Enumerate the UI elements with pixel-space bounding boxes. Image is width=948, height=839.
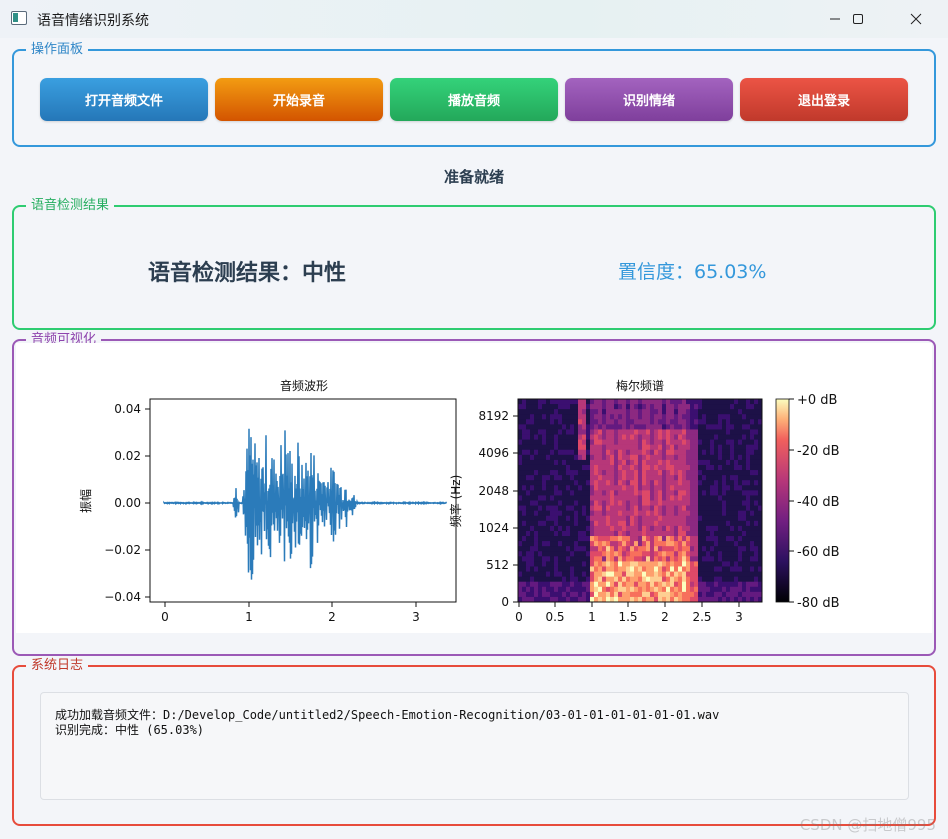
- waveform-xtick-label: 3: [412, 610, 420, 624]
- mel-ytick-label: 0: [501, 595, 509, 609]
- operation-panel: 操作面板 打开音频文件 开始录音 播放音频 识别情绪 退出登录: [12, 41, 936, 147]
- colorbar: [775, 398, 790, 603]
- maximize-button[interactable]: [835, 0, 881, 38]
- mel-title: 梅尔频谱: [616, 378, 664, 393]
- result-label: 语音检测结果：中性: [148, 261, 347, 286]
- mel-xtick-label: 0: [515, 610, 523, 624]
- close-button[interactable]: [893, 0, 939, 38]
- waveform-xtick-label: 2: [328, 610, 336, 624]
- colorbar-tick-label: -60 dB: [797, 545, 840, 560]
- result-panel: 语音检测结果 语音检测结果：中性 置信度：65.03%: [12, 197, 936, 330]
- mel-ylabel: 频率 (Hz): [448, 475, 463, 528]
- waveform-ytick-label: 0.00: [114, 496, 141, 510]
- waveform-ytick-label: −0.02: [104, 543, 141, 557]
- mel-ytick-label: 2048: [478, 484, 509, 498]
- operation-panel-title: 操作面板: [26, 41, 89, 58]
- close-icon: [910, 13, 922, 25]
- mel-xtick-label: 2.5: [692, 610, 711, 624]
- logout-button[interactable]: 退出登录: [740, 78, 908, 121]
- mel-ytick-label: 8192: [478, 409, 509, 423]
- waveform-ylabel: 振幅: [78, 489, 93, 513]
- mel-ytick-label: 4096: [478, 446, 509, 460]
- log-textbox[interactable]: 成功加载音频文件：D:/Develop_Code/untitled2/Speec…: [40, 692, 909, 800]
- mel-xtick-label: 0.5: [545, 610, 564, 624]
- title-bar: 语音情绪识别系统: [0, 0, 948, 38]
- open-audio-button[interactable]: 打开音频文件: [40, 78, 208, 121]
- log-line: 成功加载音频文件：D:/Develop_Code/untitled2/Speec…: [55, 708, 720, 722]
- mel-xtick-label: 1: [588, 610, 596, 624]
- window-title: 语音情绪识别系统: [37, 13, 149, 29]
- mel-xtick-label: 1.5: [618, 610, 637, 624]
- visualization-canvas: 音频波形 0.04 0.02 0.00 −0.02 −0.04 0 1 2 3 振幅 梅尔频谱…: [16, 343, 932, 633]
- app-icon: [11, 11, 27, 25]
- waveform-xtick-label: 1: [245, 610, 253, 624]
- waveform-title: 音频波形: [280, 378, 328, 393]
- waveform-ytick-label: 0.04: [114, 402, 141, 416]
- mel-ytick-label: 512: [486, 558, 509, 572]
- waveform-xtick-label: 0: [161, 610, 169, 624]
- visualization-panel: 音频可视化 音频波形 0.04 0.02 0.00 −0.02 −0.04 0123 振…: [12, 331, 936, 656]
- colorbar-tick-label: -80 dB: [797, 596, 840, 611]
- status-label: 准备就绪: [443, 168, 504, 186]
- waveform-ytick-label: 0.02: [114, 449, 141, 463]
- mel-xtick-label: 2: [661, 610, 669, 624]
- play-audio-button[interactable]: 播放音频: [390, 78, 558, 121]
- watermark: CSDN @扫地僧995: [799, 816, 936, 834]
- mel-xtick-label: 3: [735, 610, 743, 624]
- colorbar-tick-label: -20 dB: [797, 444, 840, 459]
- maximize-icon: [853, 14, 863, 24]
- start-recording-button[interactable]: 开始录音: [215, 78, 383, 121]
- colorbar-tick-label: +0 dB: [797, 393, 837, 408]
- result-panel-title: 语音检测结果: [26, 197, 115, 214]
- waveform-axes: [149, 398, 457, 603]
- mel-ytick-label: 1024: [478, 521, 509, 535]
- colorbar-tick-label: -40 dB: [797, 495, 840, 510]
- mel-spectrogram-image: [518, 399, 763, 603]
- confidence-label: 置信度：65.03%: [618, 261, 767, 283]
- log-panel: 系统日志 成功加载音频文件：D:/Develop_Code/untitled2/…: [12, 657, 936, 826]
- recognize-emotion-button[interactable]: 识别情绪: [565, 78, 733, 121]
- log-panel-title: 系统日志: [26, 657, 89, 674]
- log-line: 识别完成：中性 (65.03%): [55, 723, 205, 737]
- waveform-ytick-label: −0.04: [104, 590, 141, 604]
